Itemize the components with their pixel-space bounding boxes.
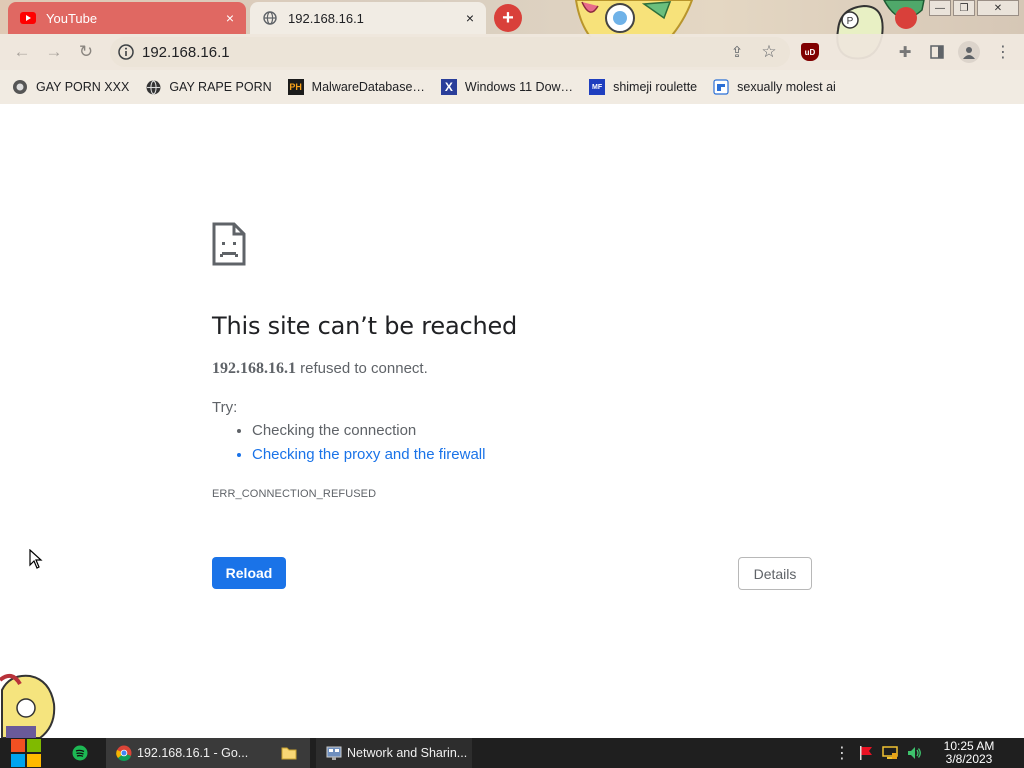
address-bar[interactable]: 192.168.16.1	[110, 37, 790, 67]
suggestion-item: Checking the connection	[252, 422, 485, 439]
taskbar-item-chrome[interactable]: 192.168.16.1 - Go...	[106, 738, 310, 768]
bookmark-star-icon[interactable]: ☆	[760, 42, 778, 61]
error-host: 192.168.16.1	[212, 360, 296, 377]
youtube-icon	[20, 10, 36, 26]
taskbar: 192.168.16.1 - Go... Network and Sharin.…	[0, 738, 1024, 768]
forward-button[interactable]: →	[42, 40, 66, 64]
taskbar-item-label: Network and Sharin...	[347, 746, 468, 760]
side-panel-icon[interactable]	[928, 43, 946, 61]
window-close-button[interactable]: ✕	[977, 0, 1019, 16]
bookmark-label: MalwareDatabase…	[311, 80, 425, 94]
extensions-icon[interactable]: ✚	[896, 43, 914, 61]
bookmark-item[interactable]: MF shimeji roulette	[589, 79, 697, 95]
bookmark-label: sexually molest ai	[737, 80, 836, 94]
back-button[interactable]: ←	[10, 40, 34, 64]
bookmark-label: GAY RAPE PORN	[169, 80, 272, 94]
globe-icon	[145, 79, 161, 95]
bookmarks-bar: GAY PORN XXX GAY RAPE PORN PH MalwareDat…	[0, 70, 1024, 104]
tab-title: 192.168.16.1	[288, 10, 364, 26]
tab-current[interactable]: 192.168.16.1 ×	[250, 2, 486, 34]
bookmark-icon	[12, 79, 28, 95]
error-description: 192.168.16.1 refused to connect.	[212, 360, 428, 378]
mouse-cursor-icon	[29, 549, 43, 569]
clock-date: 3/8/2023	[945, 752, 993, 766]
bookmark-item[interactable]: GAY RAPE PORN	[145, 79, 272, 95]
tab-youtube[interactable]: YouTube ×	[8, 2, 246, 34]
tab-strip: YouTube × 192.168.16.1 × + P — ❐ ✕	[0, 0, 1024, 60]
ph-icon: PH	[287, 79, 304, 95]
tab-title: YouTube	[46, 10, 98, 26]
menu-icon[interactable]: ⋮	[994, 43, 1012, 61]
share-icon[interactable]: ⇪	[728, 43, 746, 61]
new-tab-button[interactable]: +	[494, 4, 522, 32]
bookmark-label: shimeji roulette	[613, 80, 698, 94]
network-icon	[326, 745, 342, 761]
sad-page-icon	[212, 222, 246, 266]
restore-button[interactable]: ❐	[953, 0, 975, 16]
volume-icon[interactable]	[906, 745, 922, 761]
reload-button[interactable]: Reload	[212, 557, 286, 589]
taskbar-item-network[interactable]: Network and Sharin...	[316, 738, 472, 768]
spotify-icon[interactable]	[72, 745, 88, 761]
ublock-icon[interactable]: uD	[801, 43, 819, 61]
chrome-icon	[116, 745, 132, 761]
network-tray-icon[interactable]	[882, 745, 898, 761]
svg-text:P: P	[847, 16, 854, 27]
x-icon: X	[440, 79, 457, 95]
tray-overflow-icon[interactable]: ⋮	[834, 745, 850, 762]
suggestions-list: Checking the connection Checking the pro…	[252, 422, 485, 470]
taskbar-item-label: 192.168.16.1 - Go...	[137, 746, 249, 760]
bookmark-label: Windows 11 Dow…	[464, 80, 574, 94]
error-message: refused to connect.	[296, 360, 428, 377]
puzzle-icon	[713, 79, 729, 95]
profile-avatar-icon[interactable]	[958, 41, 980, 63]
minimize-button[interactable]: —	[929, 0, 951, 16]
close-tab-icon[interactable]: ×	[220, 8, 240, 28]
bookmark-item[interactable]: GAY PORN XXX	[12, 79, 129, 95]
windows-start-icon[interactable]	[10, 738, 44, 768]
bookmark-label: GAY PORN XXX	[36, 80, 130, 94]
anime-sticker-icon	[0, 673, 56, 739]
error-title: This site can’t be reached	[212, 312, 518, 340]
bookmark-item[interactable]: X Windows 11 Dow…	[440, 79, 574, 95]
reload-page-button[interactable]: ↻	[74, 40, 98, 64]
info-icon[interactable]	[118, 44, 134, 60]
system-clock[interactable]: 10:25 AM 3/8/2023	[934, 740, 1004, 766]
mf-icon: MF	[589, 79, 606, 95]
page-content: This site can’t be reached 192.168.16.1 …	[0, 104, 1024, 738]
file-explorer-icon[interactable]	[281, 745, 297, 761]
url-text[interactable]: 192.168.16.1	[142, 44, 230, 61]
error-code: ERR_CONNECTION_REFUSED	[212, 488, 377, 500]
globe-icon	[262, 10, 278, 26]
bookmark-item[interactable]: PH MalwareDatabase…	[287, 79, 425, 95]
details-button[interactable]: Details	[738, 557, 812, 590]
action-center-flag-icon[interactable]	[858, 745, 874, 761]
browser-toolbar: ← → ↻ 192.168.16.1 ⇪ ☆ uD ✚ ⋮	[0, 34, 1024, 70]
proxy-firewall-link[interactable]: Checking the proxy and the firewall	[252, 446, 485, 463]
close-tab-icon[interactable]: ×	[460, 8, 480, 28]
bookmark-item[interactable]: sexually molest ai	[713, 79, 836, 95]
try-label: Try:	[212, 399, 238, 416]
